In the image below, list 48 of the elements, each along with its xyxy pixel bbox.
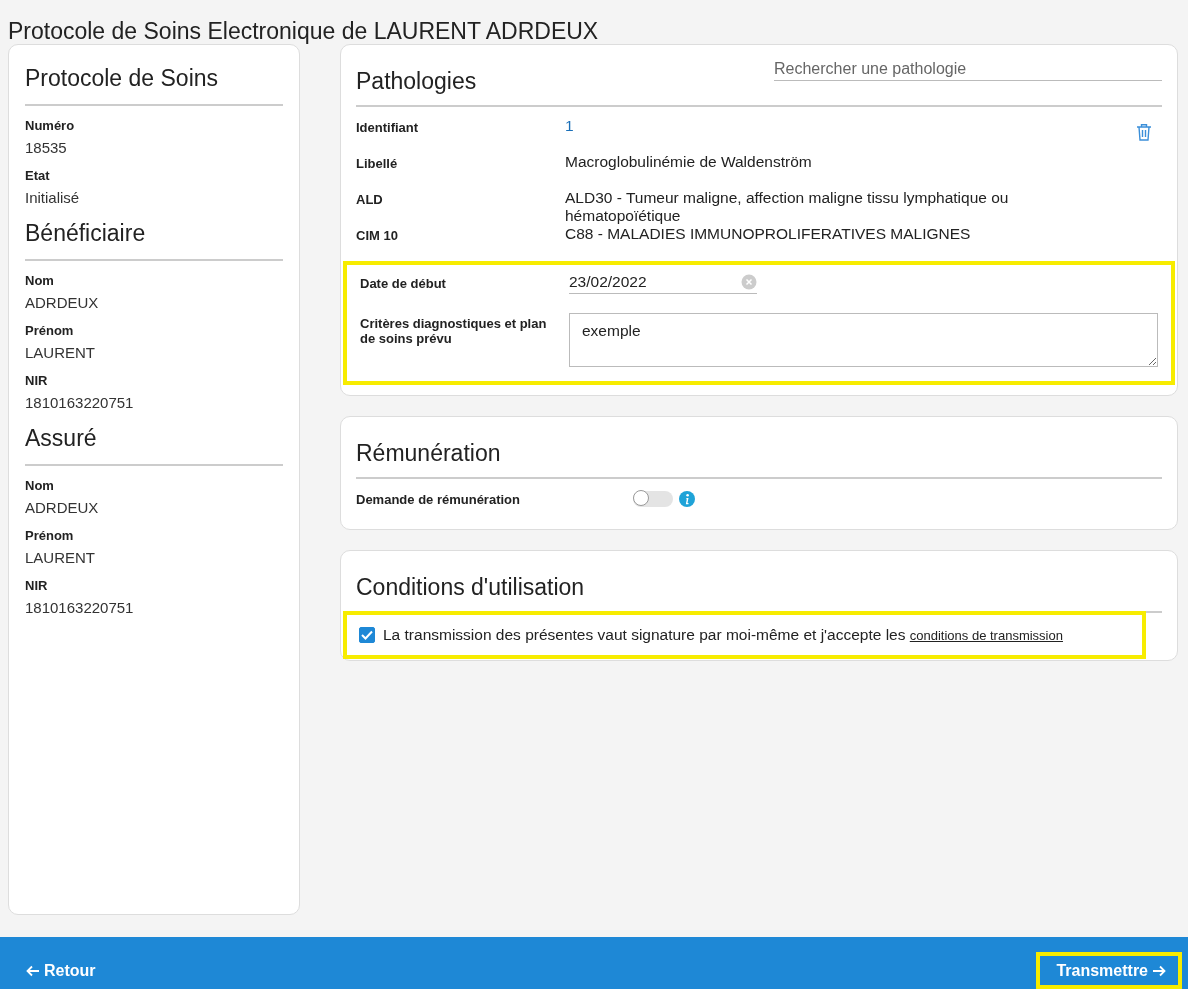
field-label: NIR — [25, 578, 49, 593]
date-field[interactable]: 23/02/2022 — [569, 273, 757, 294]
section-title: Protocole de Soins — [25, 57, 283, 106]
card-title: Pathologies — [356, 68, 477, 95]
field-value: 1 — [565, 117, 575, 135]
section-title: Assuré — [25, 423, 283, 466]
field-label: Nom — [25, 478, 55, 493]
field-label: Identifiant — [356, 119, 420, 135]
field-value: ADRDEUX — [25, 499, 100, 516]
field-value: 1810163220751 — [25, 599, 135, 616]
info-icon[interactable] — [679, 491, 695, 507]
field-value: ADRDEUX — [25, 294, 100, 311]
criteria-field[interactable]: exemple — [569, 313, 1158, 367]
field-label: Nom — [25, 273, 55, 288]
consent-text: La transmission des présentes vaut signature par moi-même et j'accepte les conditions de transmission — [383, 626, 1063, 644]
field-label: Prénom — [25, 528, 75, 543]
section-title: Bénéficiaire — [25, 218, 283, 261]
field-value: Initialisé — [25, 189, 81, 206]
trash-icon[interactable] — [1136, 123, 1152, 141]
field-label: Date de début — [360, 275, 447, 291]
field-label: CIM 10 — [356, 227, 399, 243]
submit-button[interactable]: Transmettre — [1036, 952, 1182, 989]
conditions-link[interactable]: conditions de transmission — [909, 628, 1063, 643]
search-field[interactable]: Rechercher une pathologie — [774, 58, 1162, 81]
card-title: Conditions d'utilisation — [356, 574, 585, 601]
back-button[interactable]: Retour — [22, 952, 112, 989]
clear-icon[interactable] — [741, 274, 757, 290]
field-value: ALD30 - Tumeur maligne, affection maligne tissu lymphatique ou hématopoïétique — [565, 189, 1010, 225]
field-label: NIR — [25, 373, 49, 388]
field-label: Critères diagnostiques et plan de soins prévu — [360, 315, 548, 346]
field-label: Demande de rémunération — [356, 491, 521, 507]
field-label: Etat — [25, 168, 51, 183]
field-label: Numéro — [25, 118, 76, 133]
field-label: Prénom — [25, 323, 75, 338]
arrow-right-icon — [1152, 965, 1166, 977]
arrow-left-icon — [26, 965, 40, 977]
page-title: Protocole de Soins Electronique de LAURENT ADRDEUX — [7, 17, 600, 44]
field-value: LAURENT — [25, 344, 96, 361]
field-value: Macroglobulinémie de Waldenström — [565, 153, 813, 171]
toggle-switch[interactable] — [633, 491, 673, 507]
field-value: C88 - MALADIES IMMUNOPROLIFERATIVES MALIGNES — [565, 225, 972, 243]
checkbox[interactable] — [359, 627, 375, 643]
card-title: Rémunération — [356, 440, 501, 467]
field-value: LAURENT — [25, 549, 96, 566]
field-value: 18535 — [25, 139, 68, 156]
field-value: 1810163220751 — [25, 394, 135, 411]
field-label: Libellé — [356, 155, 399, 171]
field-label: ALD — [356, 191, 384, 207]
